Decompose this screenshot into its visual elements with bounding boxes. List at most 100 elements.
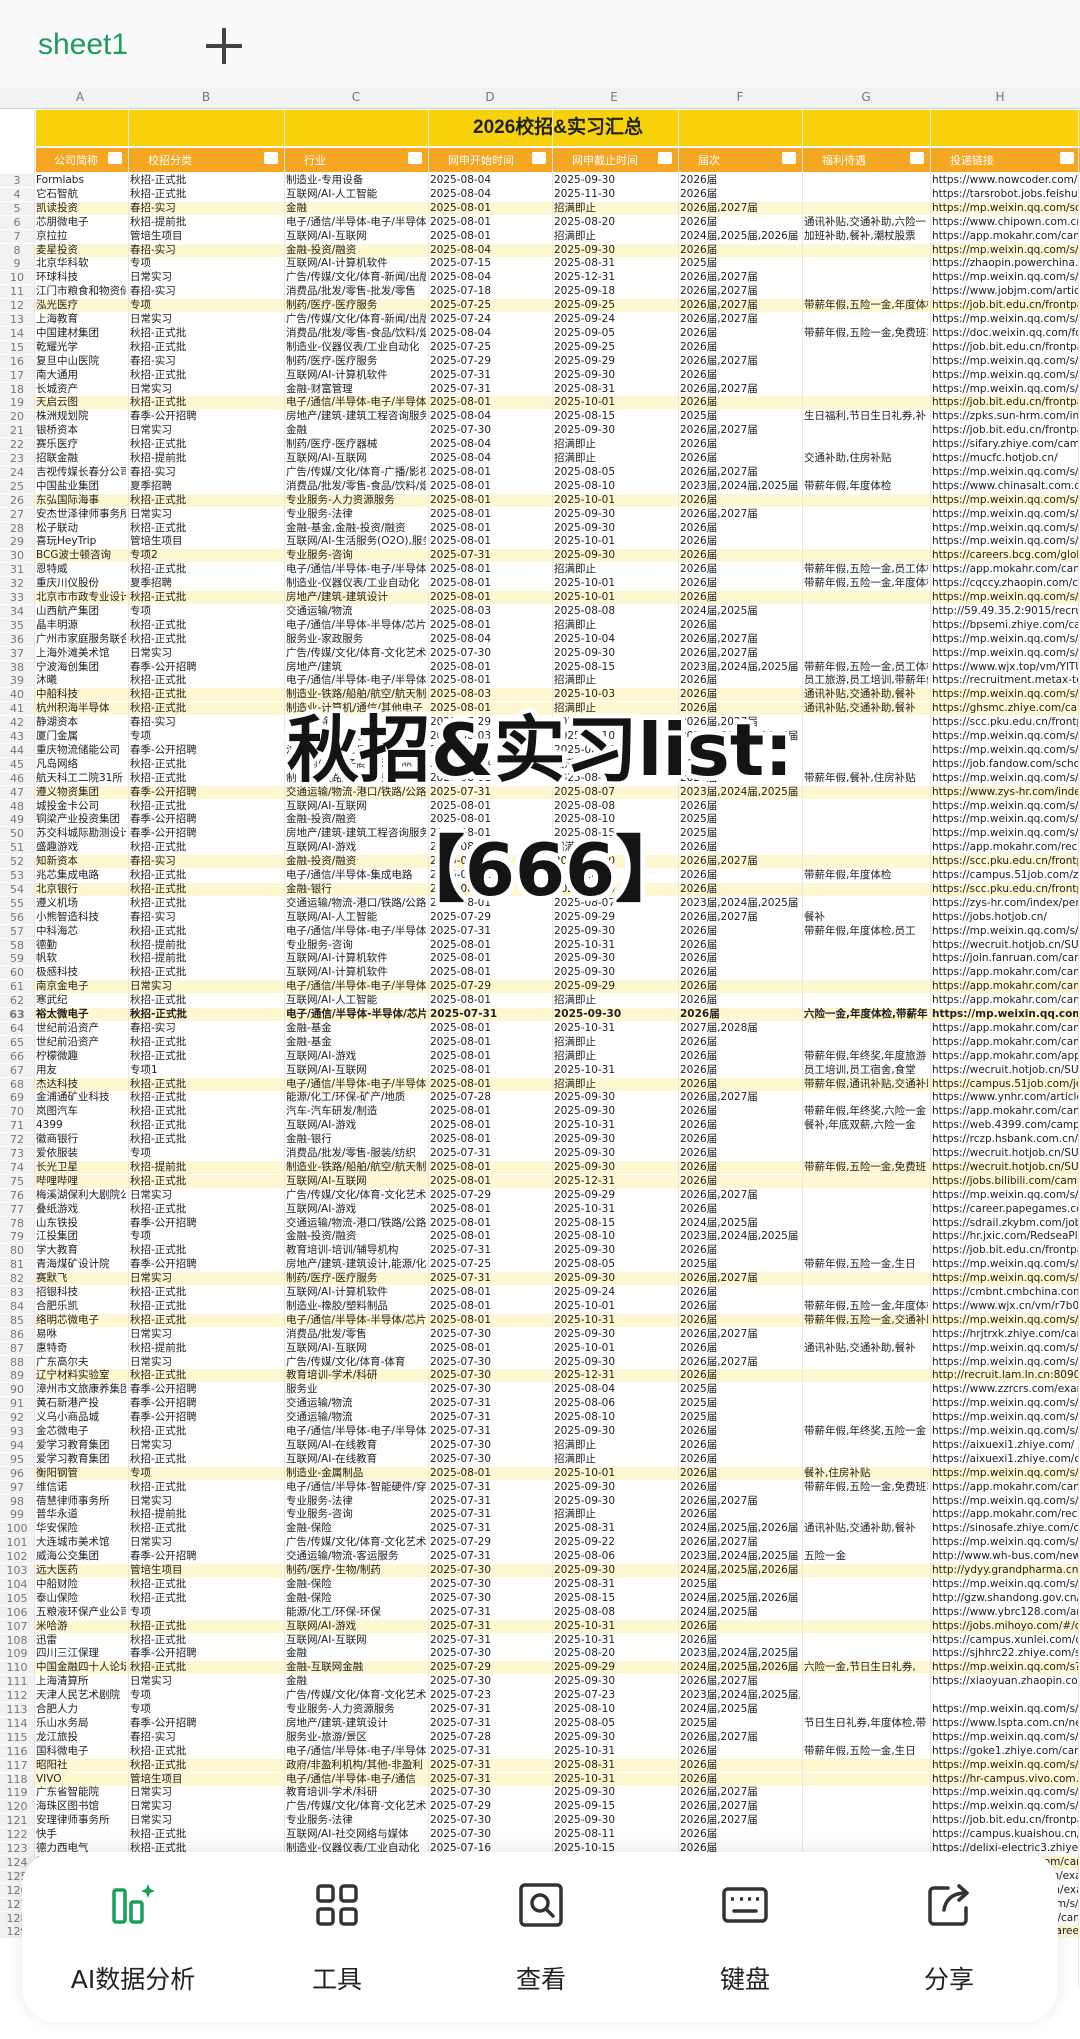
row-number[interactable]: 39 — [0, 674, 34, 688]
table-cell[interactable]: 2025-07-31 — [430, 1522, 550, 1535]
table-cell[interactable]: https://job.bit.edu.cn/frontpage — [932, 341, 1078, 354]
table-cell[interactable]: https://www.lspta.com.cn/new — [932, 1717, 1078, 1730]
table-row[interactable]: 87 惠特奇 秋招-提前批 互联网/AI-互联网 2025-08-01 2025-10-0… — [0, 1341, 1080, 1355]
table-cell[interactable]: 2026届 — [680, 1745, 800, 1758]
table-cell[interactable]: 金融-保险 — [286, 1592, 426, 1605]
table-cell[interactable]: 2025-08-01 — [430, 1230, 550, 1243]
table-cell[interactable]: 日常实习 — [130, 271, 282, 284]
table-cell[interactable]: 2026届,2027届 — [680, 285, 800, 298]
table-cell[interactable]: 爱依服装 — [36, 1147, 126, 1160]
row-number[interactable]: 49 — [0, 813, 34, 827]
row-number[interactable]: 74 — [0, 1160, 34, 1174]
table-cell[interactable]: 2026届 — [680, 563, 800, 576]
table-cell[interactable]: 秋招-正式批 — [130, 438, 282, 451]
table-cell[interactable]: 电子/通信/半导体-半导体/芯片 — [286, 1314, 426, 1327]
row-number[interactable]: 59 — [0, 952, 34, 966]
table-cell[interactable]: 辽宁材料实验室 — [36, 1369, 126, 1382]
table-cell[interactable]: 2025-07-31 — [430, 1425, 550, 1438]
row-number[interactable]: 48 — [0, 799, 34, 813]
table-cell[interactable]: 2025-08-04 — [430, 410, 550, 423]
table-row[interactable]: 89 辽宁材料实验室 秋招-正式批 教育培训-学术/科研 2025-07-30 2025-… — [0, 1369, 1080, 1383]
table-cell[interactable]: 秋招-正式批 — [130, 633, 282, 646]
table-cell[interactable]: 秋招-正式批 — [130, 1314, 282, 1327]
table-cell[interactable]: 2025-08-01 — [430, 522, 550, 535]
table-cell[interactable]: 乾耀光学 — [36, 341, 126, 354]
row-number[interactable]: 45 — [0, 757, 34, 771]
table-cell[interactable]: 2025-09-15 — [554, 1800, 676, 1813]
table-cell[interactable]: 海珠区图书馆 — [36, 1800, 126, 1813]
row-number[interactable]: 82 — [0, 1272, 34, 1286]
row-number[interactable]: 26 — [0, 493, 34, 507]
table-row[interactable]: 90 漳州市文旅康养集团 春季-公开招聘 服务业 2025-07-30 2025-08-0… — [0, 1383, 1080, 1397]
table-row[interactable]: 26 东弘国际海事 秋招-正式批 专业服务-人力资源服务 2025-08-01 2025-… — [0, 493, 1080, 507]
table-cell[interactable]: 2025-09-30 — [554, 1328, 676, 1341]
table-row[interactable]: 10 环球科技 日常实习 广告/传媒/文化/体育-新闻/出版 2025-08-04 202… — [0, 271, 1080, 285]
table-row[interactable]: 5 凯读投资 春招-实习 金融 2025-08-01 招满即止 2026届,2027届 htt… — [0, 201, 1080, 215]
table-cell[interactable]: 招满即止 — [554, 230, 676, 243]
table-cell[interactable]: 2025-08-06 — [554, 1397, 676, 1410]
row-number[interactable]: 8 — [0, 243, 34, 257]
table-cell[interactable]: 2025-09-30 — [554, 244, 676, 257]
table-cell[interactable]: 2025-07-29 — [430, 355, 550, 368]
table-row[interactable]: 61 南京金电子 日常实习 电子/通信/半导体-电子/半导体 2025-07-29 202… — [0, 980, 1080, 994]
table-cell[interactable]: 春季-公开招聘 — [130, 1550, 282, 1563]
table-row[interactable]: 33北京市市政专业设计院秋招-正式批房地产/建筑-建筑设计 2025-08-01 2… — [0, 591, 1080, 604]
table-cell[interactable]: 招满即止 — [554, 1050, 676, 1063]
table-cell[interactable]: 用友 — [36, 1064, 126, 1077]
table-cell[interactable]: 专项1 — [130, 1064, 282, 1077]
table-cell[interactable]: 2025-12-31 — [554, 1175, 676, 1188]
table-cell[interactable]: 2025-08-10 — [554, 1411, 676, 1424]
table-cell[interactable]: 北京银行 — [36, 883, 126, 896]
table-cell[interactable]: 制造业-专用设备 — [286, 174, 426, 187]
table-cell[interactable]: 爱学习教育集团 — [36, 1439, 126, 1452]
table-cell[interactable]: 2026届,2027届 — [680, 647, 800, 660]
table-cell[interactable]: 2025-10-01 — [554, 494, 676, 507]
table-cell[interactable]: 消费品/批发/零售-批发/零售 — [286, 285, 426, 298]
table-cell[interactable]: 2025-07-31 — [430, 1717, 550, 1730]
row-number[interactable]: 121 — [0, 1814, 34, 1828]
table-cell[interactable]: 电子/通信/半导体-电子/半导体 — [286, 674, 426, 687]
table-cell[interactable]: 极感科技 — [36, 966, 126, 979]
table-cell[interactable]: 2025-07-15 — [430, 257, 550, 270]
table-cell[interactable]: 金融-投资/融资 — [286, 244, 426, 257]
table-cell[interactable]: 2025-07-24 — [430, 313, 550, 326]
table-cell[interactable]: 2026届 — [680, 452, 800, 465]
row-number[interactable]: 100 — [0, 1522, 34, 1536]
row-number[interactable]: 69 — [0, 1091, 34, 1105]
table-cell[interactable]: 交通运输/物流 — [286, 1397, 426, 1410]
table-row[interactable]: 7 京拉拉 管培生项目 互联网/AI-互联网 2025-08-01 招满即止 2024届,2… — [0, 229, 1080, 243]
table-cell[interactable]: 2023届,2024届,2025届,2026届 — [680, 1689, 800, 1702]
table-cell[interactable]: 秋招-正式批 — [130, 1425, 282, 1438]
table-cell[interactable]: 2025-07-30 — [430, 1328, 550, 1341]
row-number[interactable]: 17 — [0, 368, 34, 382]
table-cell[interactable]: https://mp.weixin.qq.com/s/YD — [932, 1536, 1078, 1549]
table-cell[interactable]: 2025-09-30 — [554, 1091, 676, 1104]
table-cell[interactable]: 杰达科技 — [36, 1078, 126, 1091]
table-cell[interactable]: 金融-投资/融资 — [286, 1230, 426, 1243]
table-cell[interactable]: https://app.mokahr.com/campu — [932, 966, 1078, 979]
filter-dropdown-icon[interactable]: ▾ — [408, 152, 422, 164]
table-cell[interactable]: https://jobs.mihoyo.com/#/cam — [932, 1620, 1078, 1633]
table-cell[interactable]: 江投集团 — [36, 1230, 126, 1243]
table-cell[interactable]: https://aixuexi1.zhiye.com/can — [932, 1453, 1078, 1466]
table-cell[interactable]: 2025-09-30 — [554, 1133, 676, 1146]
table-cell[interactable]: 寒武纪 — [36, 994, 126, 1007]
table-cell[interactable]: 制药/医疗-生物/制药 — [286, 1564, 426, 1577]
table-cell[interactable]: 能源/化工/环保-矿产/地质 — [286, 1091, 426, 1104]
table-cell[interactable]: 房地产/建筑-建筑工程咨询服务 — [286, 410, 426, 423]
table-cell[interactable]: 大连城市美术馆 — [36, 1536, 126, 1549]
table-cell[interactable]: 2026届 — [680, 1078, 800, 1091]
table-cell[interactable]: 2025-10-31 — [554, 939, 676, 952]
row-number[interactable]: 30 — [0, 549, 34, 563]
table-cell[interactable]: 2025-07-29 — [430, 1536, 550, 1549]
table-cell[interactable]: 晶丰明源 — [36, 619, 126, 632]
spreadsheet-grid[interactable]: A B C D E F G H 2026校招&实习汇总 公司简称 ▾ 校招分类 ▾ 行业 ▾ 网申开始时间… — [0, 88, 1080, 1988]
table-cell[interactable]: 金芯微电子 — [36, 1425, 126, 1438]
row-number[interactable]: 101 — [0, 1536, 34, 1550]
table-cell[interactable]: 2025-08-31 — [554, 1522, 676, 1535]
table-cell[interactable]: https://app.mokahr.com/campu — [932, 980, 1078, 993]
table-cell[interactable]: 2025-09-22 — [554, 1536, 676, 1549]
row-number[interactable]: 76 — [0, 1188, 34, 1202]
table-cell[interactable]: https://www.ybrc128.com/artic — [932, 1606, 1078, 1619]
table-cell[interactable]: 六险一金,年度体检,带薪年 — [804, 1008, 928, 1021]
